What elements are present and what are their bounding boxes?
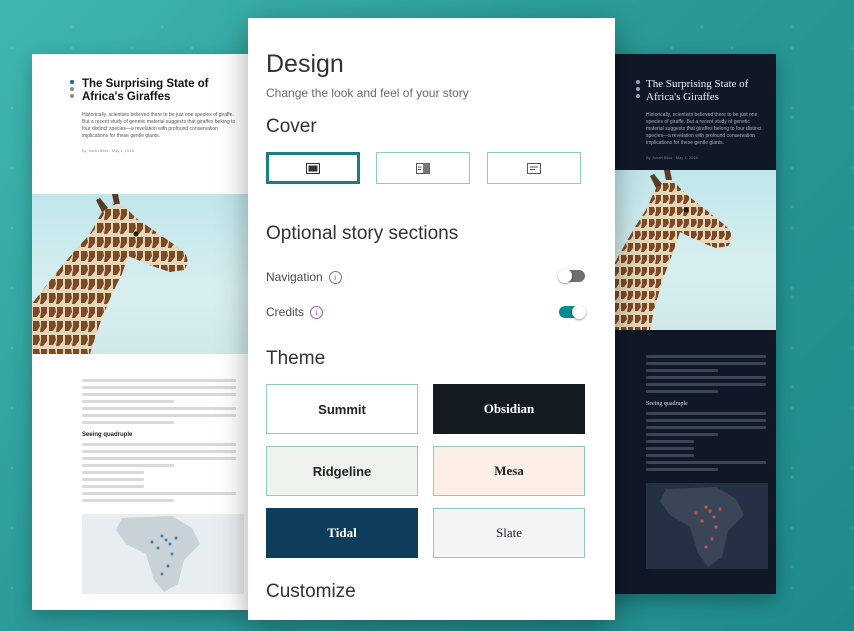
navigation-label: Navigation — [266, 270, 323, 284]
story-byline: By Jonah Bliss · May 1, 2018 — [82, 148, 134, 153]
credits-label: Credits — [266, 305, 305, 319]
giraffe-hero-image-dark — [606, 170, 776, 330]
story-nav-indicator — [70, 80, 74, 101]
info-icon[interactable]: i — [310, 305, 324, 319]
story-preview-light: The Surprising State of Africa's Giraffe… — [32, 54, 250, 610]
theme-mesa[interactable]: Mesa — [433, 446, 585, 496]
cover-option-side[interactable] — [376, 152, 470, 184]
giraffe-illustration — [32, 194, 188, 354]
story-preview-dark: The Surprising State of Africa's Giraffe… — [606, 54, 776, 594]
story-section-heading: Seeing quadruple — [82, 432, 133, 438]
story-section-heading-dark: Seeing quadruple — [646, 401, 688, 407]
theme-ridgeline[interactable]: Ridgeline — [266, 446, 418, 496]
story-subtitle: Historically, scientists believed there … — [82, 112, 236, 139]
theme-summit[interactable]: Summit — [266, 384, 418, 434]
navigation-row: Navigation i — [266, 270, 342, 284]
theme-slate[interactable]: Slate — [433, 508, 585, 558]
credits-toggle[interactable] — [559, 305, 586, 319]
info-icon[interactable]: i — [328, 270, 342, 284]
story-title-dark: The Surprising State of Africa's Giraffe… — [646, 78, 749, 103]
optional-sections-heading: Optional story sections — [266, 223, 459, 244]
story-body-dark: Seeing quadruple — [606, 341, 776, 471]
panel-subtitle: Change the look and feel of your story — [266, 86, 469, 100]
africa-map-dark — [646, 483, 768, 569]
giraffe-illustration-dark — [606, 170, 732, 330]
cover-option-minimal[interactable] — [487, 152, 581, 184]
cover-heading: Cover — [266, 116, 317, 137]
cover-side-icon — [416, 162, 430, 174]
theme-heading: Theme — [266, 348, 326, 369]
story-nav-indicator-dark — [636, 80, 640, 101]
theme-obsidian[interactable]: Obsidian — [433, 384, 585, 434]
theme-tidal[interactable]: Tidal — [266, 508, 418, 558]
cover-option-full[interactable] — [266, 152, 360, 184]
story-byline-dark: By Jonah Bliss · May 1, 2018 — [646, 155, 698, 160]
story-header-dark: The Surprising State of Africa's Giraffe… — [606, 54, 776, 170]
panel-title: Design — [266, 50, 344, 78]
navigation-toggle[interactable] — [558, 269, 585, 283]
customize-heading: Customize — [266, 581, 356, 602]
design-panel: Design Change the look and feel of your … — [248, 18, 615, 620]
story-header: The Surprising State of Africa's Giraffe… — [32, 54, 250, 194]
credits-row: Credits i — [266, 305, 324, 319]
giraffe-hero-image — [32, 194, 250, 354]
story-subtitle-dark: Historically, scientists believed there … — [646, 112, 762, 146]
story-title: The Surprising State of Africa's Giraffe… — [82, 78, 209, 103]
story-body: Seeing quadruple — [32, 365, 250, 502]
africa-map — [82, 514, 244, 594]
cover-minimal-icon — [527, 162, 541, 174]
cover-full-icon — [306, 162, 320, 174]
